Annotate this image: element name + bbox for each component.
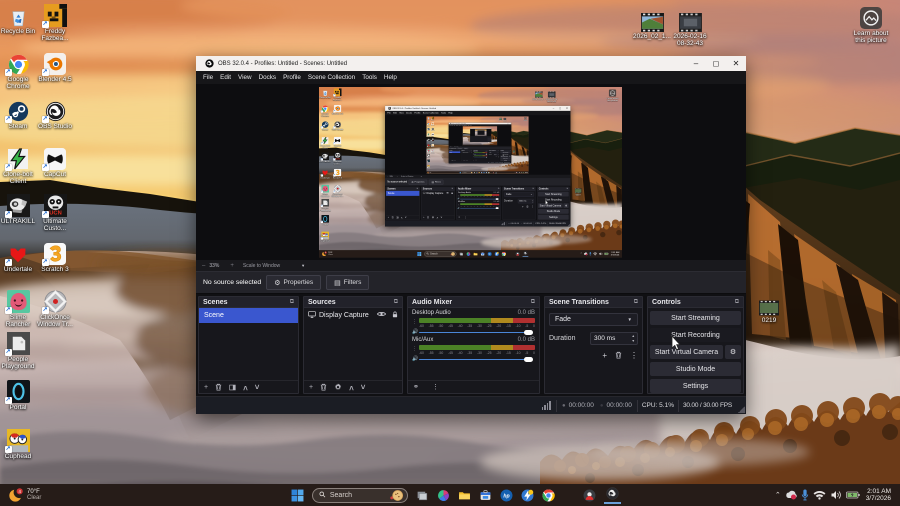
svg-text:hp: hp [503,493,509,499]
svg-text:UCN: UCN [49,211,61,217]
